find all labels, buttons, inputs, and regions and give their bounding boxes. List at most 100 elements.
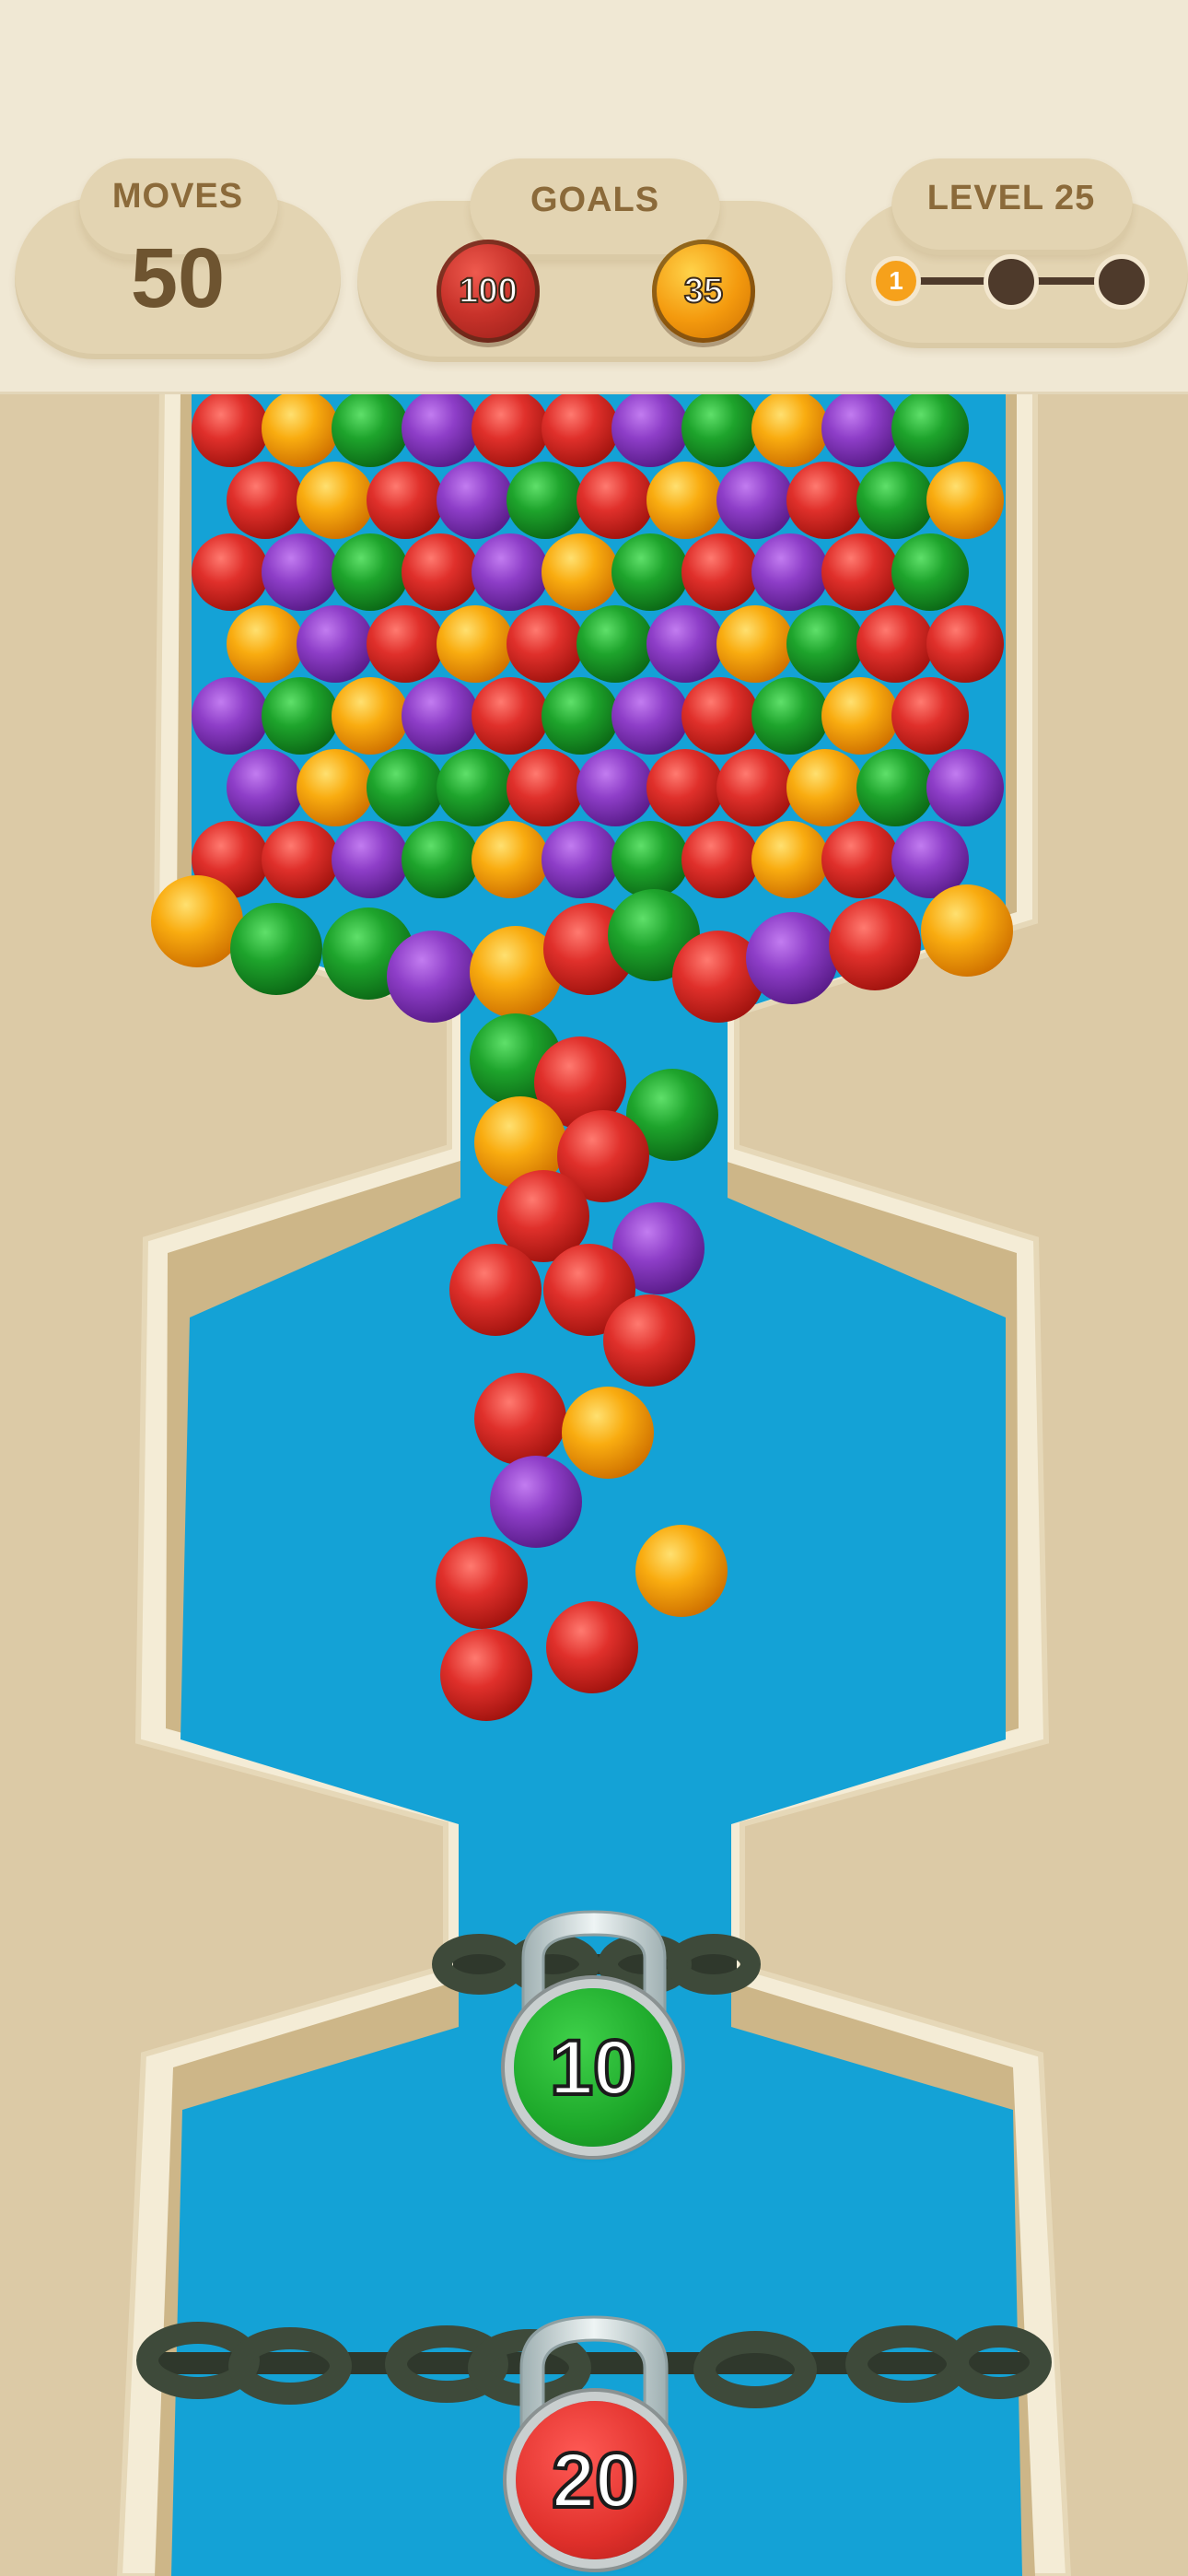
orange-ball [332, 677, 409, 755]
orange-ball [562, 1387, 654, 1479]
orange-ball [151, 875, 243, 967]
purple-ball [472, 533, 549, 611]
goals-panel: GOALS 100 35 [357, 0, 836, 392]
purple-ball [437, 462, 514, 539]
purple-ball [402, 390, 479, 467]
green-ball [751, 677, 829, 755]
red-lock-counter[interactable]: 20 [516, 2401, 674, 2559]
goal-red-count: 100 [458, 271, 518, 311]
red-ball [402, 533, 479, 611]
orange-ball [926, 462, 1004, 539]
red-ball [440, 1629, 532, 1721]
purple-ball [402, 677, 479, 755]
level-stage-3 [1094, 254, 1149, 310]
purple-ball [297, 605, 374, 683]
moves-panel: MOVES 50 [0, 0, 368, 392]
level-stage-2 [984, 254, 1039, 310]
goal-red-ball: 100 [437, 240, 540, 343]
red-ball [449, 1244, 542, 1336]
purple-ball [611, 390, 689, 467]
purple-ball [751, 533, 829, 611]
purple-ball [646, 605, 724, 683]
orange-ball [751, 821, 829, 898]
red-ball [856, 605, 934, 683]
green-ball [367, 749, 444, 826]
red-ball [681, 533, 759, 611]
red-ball [472, 390, 549, 467]
red-ball [192, 533, 269, 611]
purple-ball [746, 912, 838, 1004]
orange-ball [646, 462, 724, 539]
red-ball [474, 1373, 566, 1465]
red-ball [507, 749, 584, 826]
purple-ball [262, 533, 339, 611]
red-ball [542, 390, 619, 467]
purple-ball [490, 1456, 582, 1548]
moves-label: MOVES [111, 177, 244, 216]
level-stage-1: 1 [871, 256, 921, 306]
green-ball [542, 677, 619, 755]
purple-ball [387, 931, 479, 1023]
green-ball [332, 533, 409, 611]
orange-ball [227, 605, 304, 683]
green-ball [856, 749, 934, 826]
green-ball [262, 677, 339, 755]
red-ball [681, 821, 759, 898]
purple-ball [611, 677, 689, 755]
green-ball [437, 749, 514, 826]
red-ball [821, 533, 899, 611]
goal-orange-count: 35 [683, 271, 724, 311]
green-ball [611, 533, 689, 611]
red-ball [716, 749, 794, 826]
goals-label: GOALS [530, 181, 660, 219]
level-panel: LEVEL 25 1 [840, 0, 1188, 392]
orange-ball [786, 749, 864, 826]
goal-orange-ball: 35 [652, 240, 755, 343]
level-label: LEVEL 25 [926, 179, 1096, 217]
red-ball [436, 1537, 528, 1629]
green-ball [891, 533, 969, 611]
red-ball [891, 677, 969, 755]
orange-ball [635, 1525, 728, 1617]
red-ball [367, 462, 444, 539]
green-ball [681, 390, 759, 467]
red-ball [192, 390, 269, 467]
red-ball [603, 1294, 695, 1387]
orange-ball [751, 390, 829, 467]
orange-ball [297, 462, 374, 539]
red-ball [829, 898, 921, 990]
orange-ball [921, 884, 1013, 977]
red-ball [646, 749, 724, 826]
orange-ball [297, 749, 374, 826]
green-ball [786, 605, 864, 683]
purple-ball [821, 390, 899, 467]
green-ball [891, 390, 969, 467]
orange-ball [542, 533, 619, 611]
purple-ball [926, 749, 1004, 826]
red-ball [786, 462, 864, 539]
green-ball [402, 821, 479, 898]
purple-ball [192, 677, 269, 755]
purple-ball [577, 749, 654, 826]
green-ball [611, 821, 689, 898]
red-ball [262, 821, 339, 898]
red-ball [507, 605, 584, 683]
purple-ball [227, 749, 304, 826]
red-ball [546, 1601, 638, 1693]
green-ball [507, 462, 584, 539]
green-lock-counter[interactable]: 10 [514, 1988, 672, 2147]
purple-ball [542, 821, 619, 898]
green-ball [230, 903, 322, 995]
top-hud: MOVES 50 GOALS 100 35 LEVEL 25 1 [0, 0, 1188, 394]
green-ball [577, 605, 654, 683]
green-ball [332, 390, 409, 467]
red-ball [367, 605, 444, 683]
orange-ball [716, 605, 794, 683]
green-ball [856, 462, 934, 539]
red-ball [472, 677, 549, 755]
orange-ball [262, 390, 339, 467]
purple-ball [332, 821, 409, 898]
red-ball [926, 605, 1004, 683]
red-ball [681, 677, 759, 755]
red-ball [577, 462, 654, 539]
